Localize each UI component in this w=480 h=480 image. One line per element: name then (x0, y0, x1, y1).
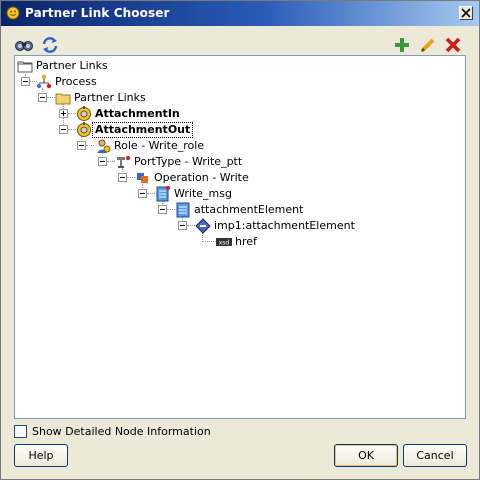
tree-connector (202, 241, 216, 243)
tree-node-label: Operation - Write (154, 171, 249, 184)
port-type-icon (115, 154, 131, 170)
show-detailed-checkbox[interactable] (14, 425, 27, 438)
attribute-icon: xsd (216, 234, 232, 250)
tree-connector (187, 225, 195, 227)
add-button[interactable] (392, 35, 412, 55)
tree-node-label: Role - Write_role (114, 139, 205, 152)
delete-button[interactable] (443, 35, 463, 55)
toolbar-left (14, 35, 62, 55)
show-detailed-label: Show Detailed Node Information (32, 425, 211, 438)
tree-node-label: Write_msg (174, 187, 232, 200)
tree-node-label: Partner Links (36, 59, 108, 72)
edit-button[interactable] (418, 35, 438, 55)
tree-connector (107, 161, 115, 163)
xsd-type-badge: xsd (219, 240, 230, 247)
ok-button[interactable]: OK (334, 444, 398, 467)
message-icon (155, 186, 171, 202)
collapse-toggle[interactable] (178, 221, 187, 230)
folder-icon (17, 58, 33, 74)
tree-connector (86, 145, 94, 147)
tree-connector (167, 209, 175, 211)
partner-link-chooser-dialog: Partner Link Chooser Partner Links Proce… (0, 0, 480, 480)
refresh-icon (42, 37, 57, 53)
collapse-toggle[interactable] (38, 93, 47, 102)
collapse-toggle[interactable] (59, 125, 68, 134)
tree-node-label: attachmentElement (194, 203, 304, 216)
tree-node-label: AttachmentIn (95, 107, 180, 120)
collapse-toggle[interactable] (21, 77, 30, 86)
refresh-button[interactable] (40, 35, 60, 55)
tree-connector (147, 193, 155, 195)
window-title: Partner Link Chooser (25, 6, 170, 20)
tree-connector (127, 177, 135, 179)
tree-connector (68, 113, 76, 115)
element-icon (175, 202, 191, 218)
partner-link-icon (76, 122, 92, 138)
schema-element-icon (195, 218, 211, 234)
partner-link-icon (76, 106, 92, 122)
tree-node-label: Partner Links (74, 91, 146, 104)
collapse-toggle[interactable] (118, 173, 127, 182)
tree-node-label: Process (55, 75, 97, 88)
help-button[interactable]: Help (14, 444, 68, 467)
close-button[interactable] (459, 6, 473, 20)
process-icon (36, 74, 52, 90)
collapse-toggle[interactable] (138, 189, 147, 198)
tree-node-label: href (235, 235, 257, 248)
tree-node-label: AttachmentOut (92, 122, 194, 138)
expand-toggle[interactable] (59, 109, 68, 118)
role-icon (95, 138, 111, 154)
tree-node-label: PortType - Write_ptt (134, 155, 243, 168)
tree-connector (47, 97, 55, 99)
add-icon (395, 38, 409, 52)
partner-link-tree[interactable]: Partner Links Process Partner Links Atta… (14, 55, 466, 419)
cancel-button[interactable]: Cancel (403, 444, 467, 467)
close-icon (461, 8, 471, 18)
title-bar[interactable]: Partner Link Chooser (1, 1, 479, 26)
operation-icon (135, 170, 151, 186)
tree-connector (68, 129, 76, 131)
folder-icon (55, 90, 71, 106)
collapse-toggle[interactable] (77, 141, 86, 150)
tree-node-label: imp1:attachmentElement (214, 219, 355, 232)
delete-icon (445, 37, 461, 53)
toolbar-right (392, 35, 465, 55)
edit-icon (420, 38, 434, 53)
collapse-toggle[interactable] (158, 205, 167, 214)
app-icon (6, 6, 20, 20)
search-button[interactable] (14, 35, 34, 55)
collapse-toggle[interactable] (98, 157, 107, 166)
search-icon (15, 41, 33, 51)
